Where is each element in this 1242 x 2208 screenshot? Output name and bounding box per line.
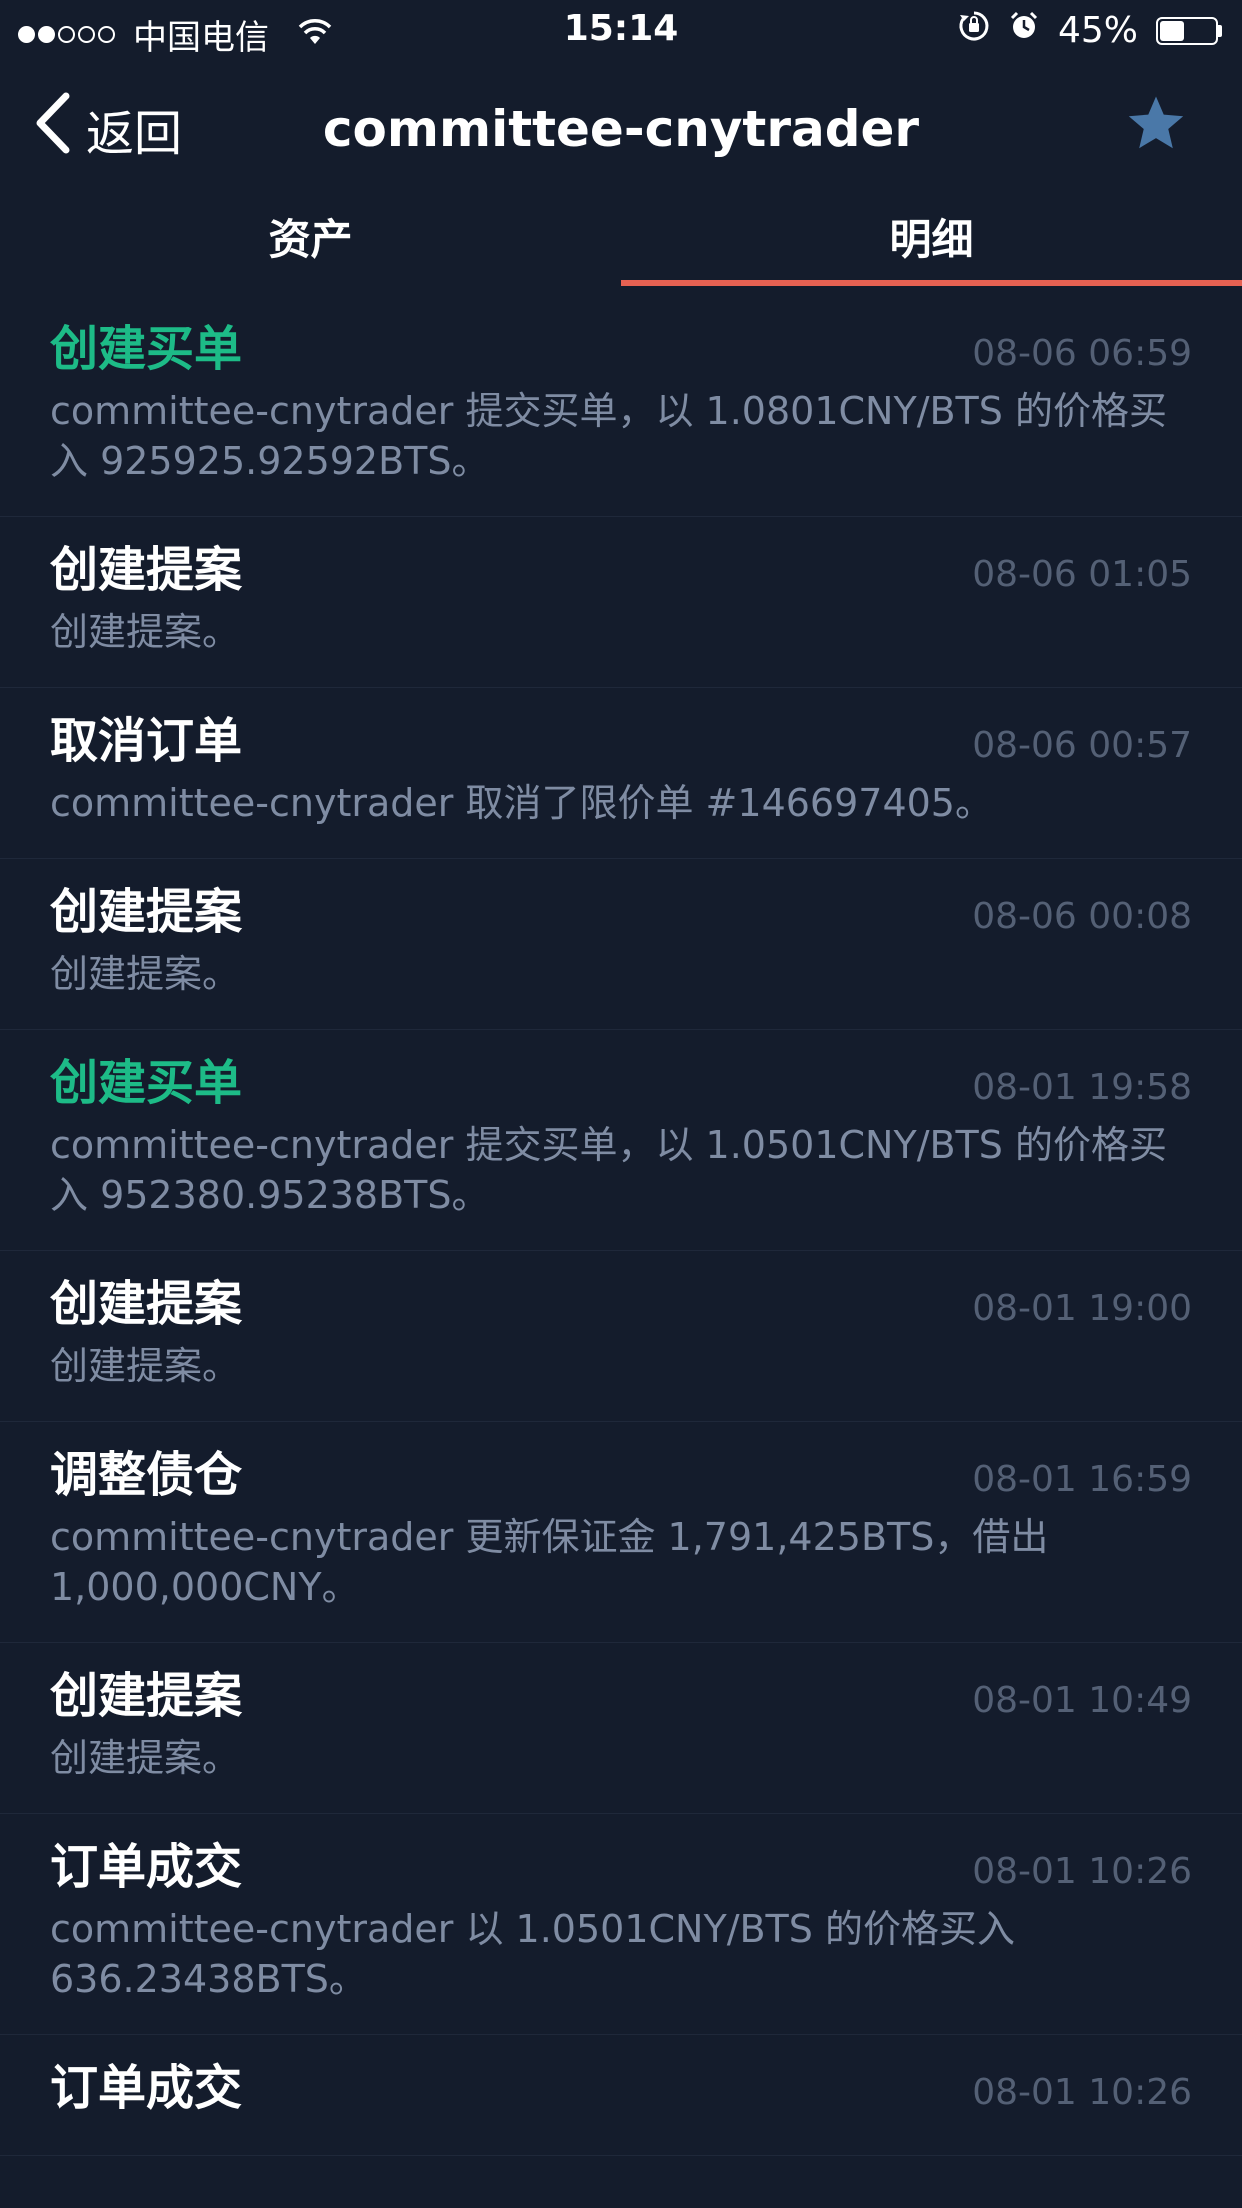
list-item[interactable]: 创建提案 08-01 19:00 创建提案。: [0, 1251, 1242, 1422]
battery-icon: [1156, 16, 1222, 45]
item-title: 订单成交: [50, 1839, 243, 1895]
item-time: 08-01 10:26: [972, 2072, 1192, 2113]
item-title: 创建提案: [50, 884, 243, 940]
list-item[interactable]: 订单成交 08-01 10:26 committee-cnytrader 以 1…: [0, 1814, 1242, 2035]
list-item[interactable]: 调整债仓 08-01 16:59 committee-cnytrader 更新保…: [0, 1422, 1242, 1643]
item-title: 创建提案: [50, 542, 243, 598]
item-description: committee-cnytrader 提交买单，以 1.0501CNY/BTS…: [50, 1123, 1167, 1217]
item-title: 调整债仓: [50, 1447, 243, 1503]
item-time: 08-01 16:59: [972, 1459, 1192, 1500]
item-description: 创建提案。: [50, 952, 241, 996]
item-time: 08-01 19:00: [972, 1288, 1192, 1329]
page-title: committee-cnytrader: [322, 100, 920, 158]
list-item[interactable]: 创建提案 08-01 10:49 创建提案。: [0, 1643, 1242, 1814]
item-title: 创建买单: [50, 1055, 243, 1111]
item-description: committee-cnytrader 更新保证金 1,791,425BTS，借…: [50, 1515, 1049, 1609]
list-item[interactable]: 创建提案 08-06 01:05 创建提案。: [0, 517, 1242, 688]
item-time: 08-06 00:57: [972, 725, 1192, 766]
tab-details[interactable]: 明细: [621, 192, 1242, 288]
item-title: 订单成交: [50, 2060, 243, 2116]
activity-list: 创建买单 08-06 06:59 committee-cnytrader 提交买…: [0, 296, 1242, 2156]
item-time: 08-01 10:49: [972, 1680, 1192, 1721]
item-title: 创建买单: [50, 321, 243, 377]
orientation-lock-icon: [958, 10, 990, 51]
item-title: 创建提案: [50, 1668, 243, 1724]
item-time: 08-01 19:58: [972, 1067, 1192, 1108]
item-description: committee-cnytrader 以 1.0501CNY/BTS 的价格买…: [50, 1907, 1015, 2001]
tab-bar: 资产 明细: [0, 192, 1242, 288]
item-description: 创建提案。: [50, 1736, 241, 1780]
item-title: 取消订单: [50, 713, 243, 769]
status-bar: 中国电信 15:14 45%: [0, 0, 1242, 62]
tab-assets[interactable]: 资产: [0, 192, 621, 288]
star-icon[interactable]: [1124, 94, 1188, 160]
item-time: 08-06 01:05: [972, 554, 1192, 595]
item-time: 08-06 00:08: [972, 896, 1192, 937]
item-description: 创建提案。: [50, 610, 241, 654]
item-description: committee-cnytrader 取消了限价单 #146697405。: [50, 781, 993, 825]
battery-percent: 45%: [1057, 10, 1138, 51]
item-title: 创建提案: [50, 1276, 243, 1332]
item-time: 08-06 06:59: [972, 333, 1192, 374]
item-description: 创建提案。: [50, 1344, 241, 1388]
status-right: 45%: [958, 10, 1222, 51]
active-tab-indicator: [621, 280, 1242, 286]
nav-bar: 返回 committee-cnytrader: [0, 62, 1242, 192]
alarm-icon: [1008, 10, 1040, 51]
list-item[interactable]: 创建买单 08-01 19:58 committee-cnytrader 提交买…: [0, 1030, 1242, 1251]
item-time: 08-01 10:26: [972, 1851, 1192, 1892]
list-item[interactable]: 取消订单 08-06 00:57 committee-cnytrader 取消了…: [0, 688, 1242, 859]
list-item[interactable]: 创建提案 08-06 00:08 创建提案。: [0, 859, 1242, 1030]
list-item[interactable]: 订单成交 08-01 10:26: [0, 2035, 1242, 2156]
item-description: committee-cnytrader 提交买单，以 1.0801CNY/BTS…: [50, 389, 1167, 483]
list-item[interactable]: 创建买单 08-06 06:59 committee-cnytrader 提交买…: [0, 296, 1242, 517]
